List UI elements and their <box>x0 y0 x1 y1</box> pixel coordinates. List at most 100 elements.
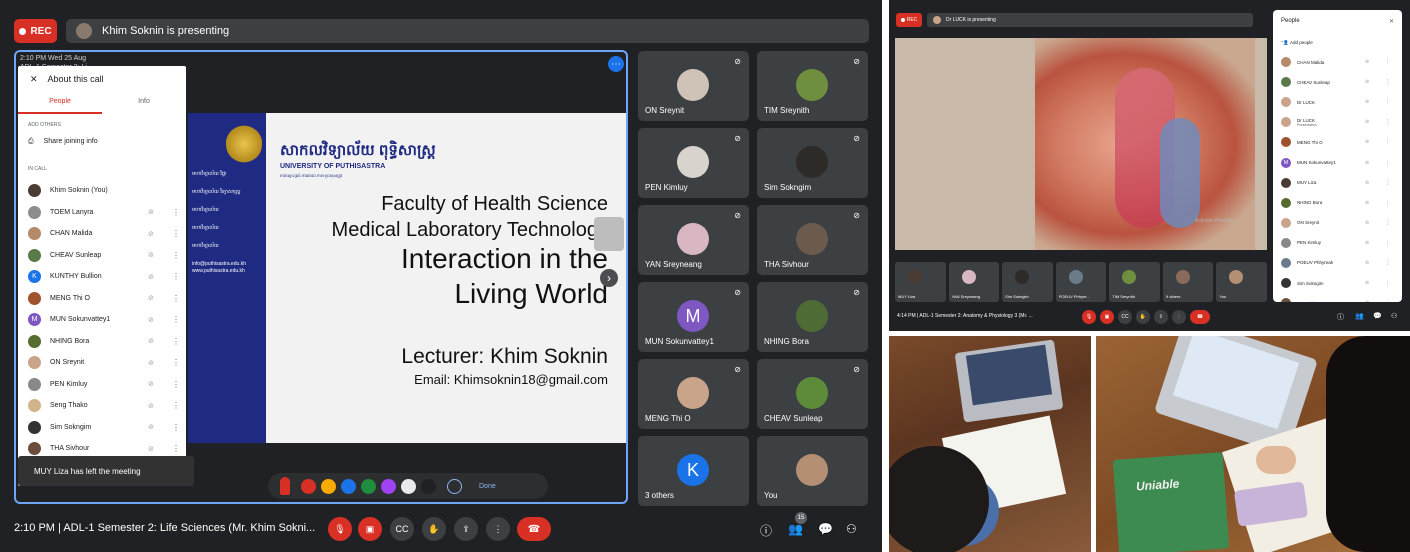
participant-tile[interactable]: You <box>757 436 868 506</box>
people-row[interactable]: Dr LUCK ⊘ ⋮ <box>1273 92 1402 112</box>
present-button-2[interactable]: ⇪ <box>1154 310 1168 324</box>
more-options-icon[interactable]: ⋯ <box>608 56 624 72</box>
strip-tile[interactable]: Sim Sokngim <box>1002 262 1053 302</box>
kebab-menu-icon[interactable]: ⋮ <box>172 401 180 410</box>
kebab-menu-icon[interactable]: ⋮ <box>1385 220 1390 226</box>
kebab-menu-icon[interactable]: ⋮ <box>172 272 180 281</box>
info-icon-2[interactable]: ⓘ <box>1337 312 1344 322</box>
color-swatch[interactable] <box>301 478 316 494</box>
people-row[interactable]: CHEAV Sunleap ⊘ ⋮ <box>1273 72 1402 92</box>
participant-row[interactable]: Seng Thako ⊘ ⋮ <box>18 395 186 417</box>
participant-tile[interactable]: M MUN Sokunvattey1 ⊘ <box>638 282 749 352</box>
tab-info[interactable]: Info <box>102 92 186 114</box>
kebab-menu-icon[interactable]: ⋮ <box>1385 200 1390 206</box>
people-row[interactable]: Dr LUCK Presentation ⊘ ⋮ <box>1273 112 1402 132</box>
mic-off-button[interactable]: 🎙 <box>328 517 352 541</box>
participant-row[interactable]: Sim Sokngim ⊘ ⋮ <box>18 417 186 439</box>
kebab-menu-icon[interactable]: ⋮ <box>172 337 180 346</box>
people-row[interactable]: MUY Liza ⊘ ⋮ <box>1273 173 1402 193</box>
participant-tile[interactable]: Sim Sokngim ⊘ <box>757 128 868 198</box>
camera-off-button-2[interactable]: ▣ <box>1100 310 1114 324</box>
raise-hand-button-2[interactable]: ✋ <box>1136 310 1150 324</box>
kebab-menu-icon[interactable]: ⋮ <box>1385 240 1390 246</box>
participant-tile[interactable]: TIM Sreynith ⊘ <box>757 51 868 121</box>
participant-row[interactable]: TOEM Lanyra ⊘ ⋮ <box>18 202 186 224</box>
kebab-menu-icon[interactable]: ⋮ <box>1385 260 1390 266</box>
participant-row[interactable]: CHEAV Sunleap ⊘ ⋮ <box>18 245 186 267</box>
people-row[interactable]: ON Sreynit ⊘ ⋮ <box>1273 213 1402 233</box>
color-swatch[interactable] <box>421 478 436 494</box>
participant-tile[interactable]: MENG Thi O ⊘ <box>638 359 749 429</box>
strip-tile[interactable]: YAN Sreyneang <box>948 262 1000 302</box>
participant-row[interactable]: MENG Thi O ⊘ ⋮ <box>18 288 186 310</box>
info-icon[interactable]: ⓘ <box>760 522 772 539</box>
participant-tile[interactable]: K3 others <box>638 436 749 506</box>
tab-people[interactable]: People <box>18 92 102 114</box>
captions-button-2[interactable]: CC <box>1118 310 1132 324</box>
participant-row[interactable]: CHAN Malida ⊘ ⋮ <box>18 223 186 245</box>
participant-tile[interactable]: CHEAV Sunleap ⊘ <box>757 359 868 429</box>
people-row[interactable]: PEN Kimluy ⊘ ⋮ <box>1273 233 1402 253</box>
close-icon[interactable]: ✕ <box>30 74 38 85</box>
kebab-menu-icon[interactable]: ⋮ <box>172 229 180 238</box>
chat-icon[interactable]: 💬 <box>818 522 833 536</box>
people-row[interactable]: MENG Thi O ⊘ ⋮ <box>1273 132 1402 152</box>
activities-icon[interactable]: ⚇ <box>846 522 857 536</box>
slide-control[interactable] <box>594 217 624 251</box>
participant-tile[interactable]: ON Sreynit ⊘ <box>638 51 749 121</box>
color-swatch[interactable] <box>341 478 356 494</box>
participant-tile[interactable]: PEN Kimluy ⊘ <box>638 128 749 198</box>
chat-icon-2[interactable]: 💬 <box>1373 312 1382 320</box>
participant-row[interactable]: Khim Soknin (You) <box>18 180 186 202</box>
next-slide-button[interactable]: › <box>600 269 618 287</box>
participant-tile[interactable]: THA Sivhour ⊘ <box>757 205 868 275</box>
people-icon[interactable]: 👥 <box>788 522 803 536</box>
kebab-menu-icon[interactable]: ⋮ <box>1385 160 1390 166</box>
participant-row[interactable]: NHING Bora ⊘ ⋮ <box>18 331 186 353</box>
strip-tile[interactable]: POEUV Phhyre... <box>1055 262 1107 302</box>
people-row[interactable]: POEUV Phhyreak ⊘ ⋮ <box>1273 253 1402 273</box>
participant-row[interactable]: M MUN Sokunvattey1 ⊘ ⋮ <box>18 309 186 331</box>
more-options-button-2[interactable]: ⋮ <box>1172 310 1186 324</box>
done-button[interactable]: Done <box>479 483 496 490</box>
kebab-menu-icon[interactable]: ⋮ <box>172 208 180 217</box>
add-people-button[interactable]: ⁺👤 Add people <box>1281 40 1313 46</box>
kebab-menu-icon[interactable]: ⋮ <box>1385 59 1390 65</box>
undo-icon[interactable] <box>447 478 462 494</box>
kebab-menu-icon[interactable]: ⋮ <box>1385 79 1390 85</box>
kebab-menu-icon[interactable]: ⋮ <box>172 423 180 432</box>
kebab-menu-icon[interactable]: ⋮ <box>1385 139 1390 145</box>
strip-tile[interactable]: TIM Sreynith <box>1109 262 1160 302</box>
kebab-menu-icon[interactable]: ⋮ <box>172 358 180 367</box>
captions-button[interactable]: CC <box>390 517 414 541</box>
kebab-menu-icon[interactable]: ⋮ <box>172 251 180 260</box>
mic-off-button-2[interactable]: 🎙 <box>1082 310 1096 324</box>
kebab-menu-icon[interactable]: ⋮ <box>1385 99 1390 105</box>
people-row[interactable]: THA Sivhour ⊘ ⋮ <box>1273 293 1402 302</box>
participant-tile[interactable]: NHING Bora ⊘ <box>757 282 868 352</box>
strip-tile[interactable]: MUY Liza <box>895 262 946 302</box>
people-row[interactable]: Sim Sokngim ⊘ ⋮ <box>1273 273 1402 293</box>
kebab-menu-icon[interactable]: ⋮ <box>172 380 180 389</box>
raise-hand-button[interactable]: ✋ <box>422 517 446 541</box>
present-button[interactable]: ⇪ <box>454 517 478 541</box>
people-row[interactable]: CHAN Malida ⊘ ⋮ <box>1273 52 1402 72</box>
participant-row[interactable]: PEN Kimluy ⊘ ⋮ <box>18 374 186 396</box>
close-icon[interactable]: ✕ <box>1389 18 1394 25</box>
pen-icon[interactable] <box>280 477 290 495</box>
kebab-menu-icon[interactable]: ⋮ <box>172 315 180 324</box>
participant-tile[interactable]: YAN Sreyneang ⊘ <box>638 205 749 275</box>
more-options-button[interactable]: ⋮ <box>486 517 510 541</box>
share-joining-info[interactable]: ⎙ Share joining info <box>28 138 98 146</box>
participant-row[interactable]: K KUNTHY Bullion ⊘ ⋮ <box>18 266 186 288</box>
kebab-menu-icon[interactable]: ⋮ <box>172 294 180 303</box>
color-swatch[interactable] <box>401 478 416 494</box>
color-swatch[interactable] <box>321 478 336 494</box>
people-icon-2[interactable]: 👥 <box>1355 312 1364 320</box>
people-row[interactable]: M MUN Sokunvattey1 ⊘ ⋮ <box>1273 152 1402 172</box>
strip-tile[interactable]: 9 others <box>1162 262 1214 302</box>
kebab-menu-icon[interactable]: ⋮ <box>1385 119 1390 125</box>
end-call-button[interactable]: ☎ <box>517 517 551 541</box>
strip-tile[interactable]: You <box>1216 262 1268 302</box>
activities-icon-2[interactable]: ⚇ <box>1391 312 1397 320</box>
